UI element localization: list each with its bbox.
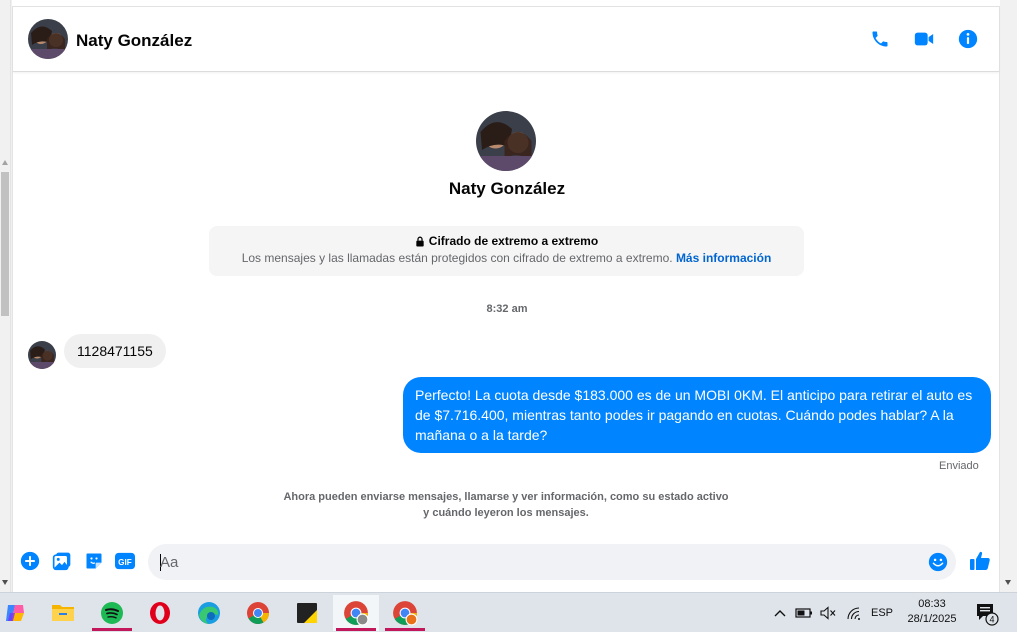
contact-name[interactable]: Naty González [76, 31, 192, 51]
taskbar-opera[interactable] [137, 595, 183, 631]
sticker-button[interactable] [83, 550, 105, 572]
volume-muted-icon [820, 606, 836, 620]
lock-icon [416, 236, 424, 247]
chrome-profile-2-icon [393, 601, 418, 626]
top-border [12, 0, 1000, 7]
battery-status[interactable] [794, 593, 814, 632]
taskbar: ESP 08:33 28/1/2025 4 [0, 592, 1017, 632]
taskbar-chrome-profile[interactable] [333, 595, 379, 631]
scroll-down-arrow-icon[interactable] [1005, 580, 1011, 585]
message-timestamp: 8:32 am [486, 303, 528, 315]
notification-icon: 4 [977, 604, 999, 626]
emoji-button[interactable] [927, 551, 949, 573]
gif-label: GIF [118, 558, 132, 567]
taskbar-spotify[interactable] [89, 595, 135, 631]
message-status: Enviado [939, 460, 979, 472]
taskbar-chrome-profile-2[interactable] [382, 595, 428, 631]
window-edge [1000, 0, 1017, 592]
plus-circle-icon [20, 551, 40, 571]
running-indicator [92, 628, 132, 631]
taskbar-file-explorer[interactable] [40, 595, 86, 631]
running-indicator [385, 628, 425, 631]
encryption-notice: Cifrado de extremo a extremo Los mensaje… [209, 226, 804, 276]
contact-avatar[interactable] [28, 19, 68, 59]
edge-icon [198, 602, 220, 624]
opera-icon [150, 602, 170, 624]
taskbar-sticky-notes[interactable] [284, 595, 330, 631]
copilot-icon [6, 605, 24, 621]
gif-button[interactable]: GIF [114, 550, 136, 572]
message-input-container[interactable] [148, 544, 956, 580]
chat-window: Naty González Naty González Cifrado de e… [12, 7, 1000, 592]
profile-avatar[interactable] [476, 111, 536, 171]
audio-call-button[interactable] [868, 27, 892, 51]
phone-icon [872, 31, 888, 47]
more-actions-button[interactable] [19, 550, 41, 572]
message-composer: GIF [13, 542, 999, 582]
gif-icon: GIF [115, 552, 135, 570]
scroll-up-arrow-icon[interactable] [2, 160, 8, 165]
profile-name: Naty González [448, 179, 566, 198]
encryption-description: Los mensajes y las llamadas están proteg… [241, 251, 673, 265]
clock-date: 28/1/2025 [907, 613, 957, 625]
message-input[interactable] [160, 544, 900, 580]
chat-header: Naty González [13, 7, 999, 72]
show-hidden-icons-button[interactable] [772, 593, 788, 632]
taskbar-chrome[interactable] [235, 595, 281, 631]
scroll-down-arrow-icon[interactable] [2, 580, 8, 585]
video-call-button[interactable] [912, 27, 936, 51]
notification-center-button[interactable]: 4 [972, 593, 1000, 632]
system-clock[interactable]: 08:33 28/1/2025 [900, 597, 964, 627]
sticky-notes-icon [297, 603, 317, 623]
permissions-notice: Ahora pueden enviarse mensajes, llamarse… [283, 491, 729, 519]
spotify-icon [101, 602, 123, 624]
more-info-link[interactable]: Más información [676, 251, 771, 265]
wifi-icon [847, 607, 860, 620]
thumbs-up-icon [970, 551, 990, 570]
sender-avatar[interactable] [28, 341, 56, 369]
network-status[interactable] [844, 593, 864, 632]
running-indicator [336, 628, 376, 631]
emoji-icon [928, 552, 948, 572]
chevron-up-icon [774, 610, 786, 617]
battery-charging-icon [795, 608, 812, 618]
outgoing-message-bubble[interactable]: Perfecto! La cuota desde $183.000 es de … [403, 377, 991, 453]
incoming-message-bubble[interactable]: 1128471155 [64, 334, 166, 368]
taskbar-edge[interactable] [186, 595, 232, 631]
info-icon [958, 29, 978, 49]
notification-count: 4 [989, 614, 994, 624]
page-scrollbar[interactable] [0, 0, 11, 592]
scrollbar-thumb[interactable] [1, 172, 9, 316]
attach-photo-button[interactable] [51, 550, 73, 572]
like-button[interactable] [967, 548, 993, 574]
chrome-profile-icon [344, 601, 369, 626]
taskbar-copilot[interactable] [0, 595, 38, 631]
sticker-icon [86, 553, 102, 569]
clock-time: 08:33 [918, 598, 946, 610]
file-explorer-icon [52, 605, 74, 621]
chrome-icon [247, 602, 269, 624]
conversation-info-button[interactable] [956, 27, 980, 51]
volume-control[interactable] [818, 593, 838, 632]
video-camera-icon [914, 32, 934, 46]
input-language[interactable]: ESP [868, 593, 896, 632]
image-icon [52, 552, 71, 571]
encryption-title: Cifrado de extremo a extremo [428, 234, 599, 248]
